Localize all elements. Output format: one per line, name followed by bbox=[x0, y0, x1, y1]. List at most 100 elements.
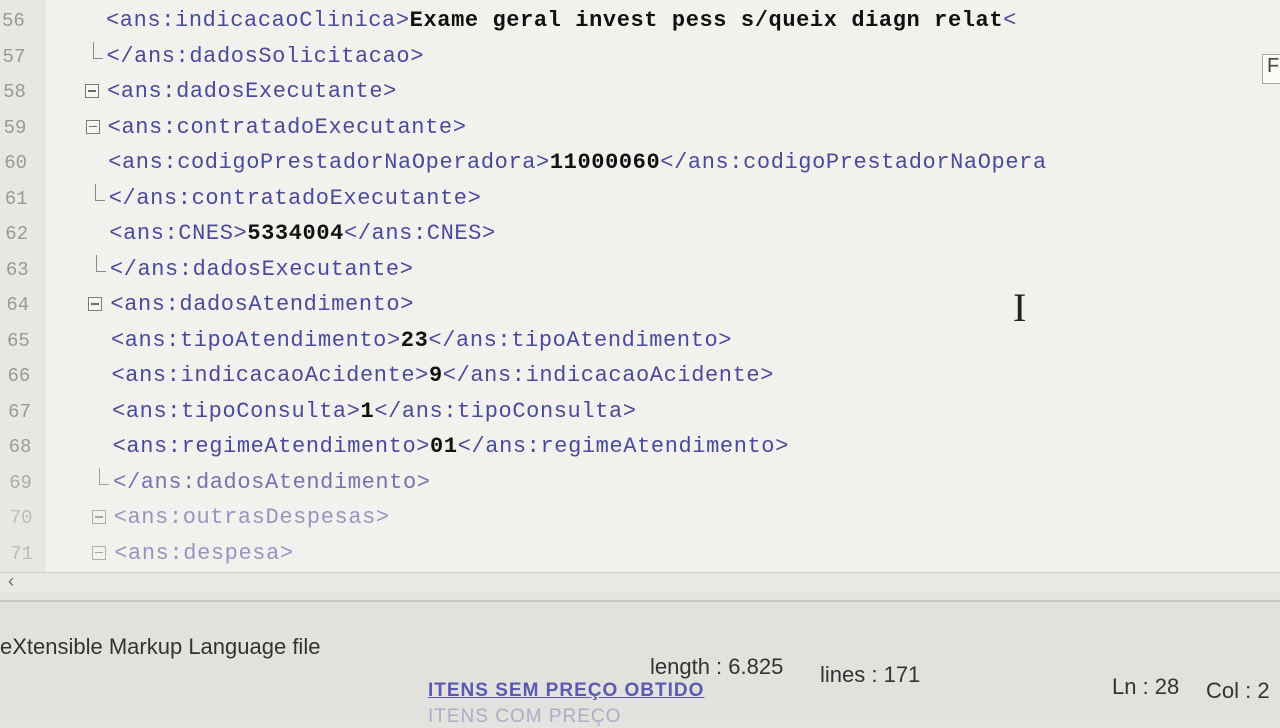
code-line[interactable]: 63 </ans:dadosExecutante> bbox=[4, 255, 1280, 285]
xml-open-tag: <ans:dadosAtendimento> bbox=[110, 292, 414, 317]
xml-value: 1 bbox=[361, 399, 375, 424]
xml-open-tag: <ans:tipoAtendimento> bbox=[111, 328, 401, 353]
xml-open-tag: <ans:contratadoExecutante> bbox=[108, 115, 467, 140]
xml-open-tag: <ans:dadosExecutante> bbox=[107, 79, 397, 104]
code-text: <ans:indicacaoAcidente>9</ans:indicacaoA… bbox=[112, 363, 775, 388]
line-number: 57 bbox=[3, 46, 41, 68]
code-text: <ans:tipoConsulta>1</ans:tipoConsulta> bbox=[112, 399, 637, 424]
line-number: 63 bbox=[6, 259, 44, 281]
line-number: 61 bbox=[5, 188, 43, 210]
code-line[interactable]: 59 <ans:contratadoExecutante> bbox=[2, 113, 1280, 143]
code-line[interactable]: 65 <ans:tipoAtendimento>23</ans:tipoAtend… bbox=[5, 326, 1280, 356]
fold-toggle-icon[interactable] bbox=[92, 510, 106, 524]
code-text: <ans:contratadoExecutante> bbox=[108, 115, 467, 140]
fold-end-marker-icon bbox=[95, 184, 105, 201]
code-line[interactable]: 62 <ans:CNES>5334004</ans:CNES> bbox=[3, 219, 1280, 249]
code-text: <ans:indicacaoClinica>Exame geral invest… bbox=[106, 8, 1017, 33]
line-position: Ln : 28 bbox=[1112, 674, 1179, 700]
xml-value: 23 bbox=[401, 328, 429, 353]
code-line[interactable]: 69 </ans:dadosAtendimento> bbox=[7, 468, 1280, 498]
items-with-price-link[interactable]: ITENS COM PREÇO bbox=[428, 706, 621, 728]
line-number: 58 bbox=[3, 81, 41, 103]
code-text: <ans:regimeAtendimento>01</ans:regimeAte… bbox=[113, 434, 789, 459]
fold-end-marker-icon bbox=[99, 468, 109, 485]
code-text: </ans:dadosAtendimento> bbox=[113, 470, 430, 495]
code-line[interactable]: 67 <ans:tipoConsulta>1</ans:tipoConsulta> bbox=[6, 397, 1280, 427]
xml-open-tag: </ans:contratadoExecutante> bbox=[109, 186, 482, 211]
fold-toggle-icon[interactable] bbox=[85, 84, 99, 98]
length-indicator: length : 6.825 bbox=[650, 654, 783, 680]
xml-open-tag: <ans:tipoConsulta> bbox=[112, 399, 360, 424]
xml-value: 11000060 bbox=[550, 150, 660, 175]
code-line[interactable]: 56 <ans:indicacaoClinica>Exame geral inve… bbox=[0, 6, 1280, 36]
xml-close-tag: </ans:tipoAtendimento> bbox=[428, 328, 732, 353]
line-number: 59 bbox=[4, 117, 42, 139]
line-number: 60 bbox=[4, 152, 42, 174]
code-line[interactable]: 66 <ans:indicacaoAcidente>9</ans:indicaca… bbox=[6, 361, 1280, 391]
line-number: 64 bbox=[6, 294, 44, 316]
code-line[interactable]: 71 <ans:despesa> bbox=[8, 539, 1280, 569]
xml-open-tag: <ans:indicacaoClinica> bbox=[106, 8, 410, 33]
code-line[interactable]: 57 </ans:dadosSolicitacao> bbox=[1, 42, 1280, 72]
column-position: Col : 2 bbox=[1206, 678, 1270, 704]
xml-close-tag: </ans:CNES> bbox=[344, 221, 496, 246]
xml-open-tag: <ans:regimeAtendimento> bbox=[113, 434, 430, 459]
code-text: <ans:codigoPrestadorNaOperadora>11000060… bbox=[108, 150, 1047, 175]
scroll-left-icon[interactable]: ‹ bbox=[8, 571, 14, 592]
file-type-label: eXtensible Markup Language file bbox=[0, 634, 320, 660]
items-without-price-link[interactable]: ITENS SEM PREÇO OBTIDO bbox=[428, 680, 704, 702]
code-line[interactable]: 70 <ans:outrasDespesas> bbox=[8, 503, 1280, 533]
code-line[interactable]: 68 <ans:regimeAtendimento>01</ans:regimeA… bbox=[7, 432, 1280, 462]
line-number: 67 bbox=[8, 401, 46, 423]
xml-open-tag: </ans:dadosAtendimento> bbox=[113, 470, 430, 495]
status-bar: eXtensible Markup Language file length :… bbox=[0, 600, 1280, 722]
fold-toggle-icon[interactable] bbox=[88, 297, 102, 311]
line-number: 69 bbox=[9, 472, 47, 494]
code-line[interactable]: 58 <ans:dadosExecutante> bbox=[1, 77, 1280, 107]
xml-open-tag: <ans:outrasDespesas> bbox=[114, 505, 390, 530]
code-text: <ans:despesa> bbox=[114, 541, 293, 566]
xml-open-tag: <ans:indicacaoAcidente> bbox=[112, 363, 429, 388]
xml-value: 5334004 bbox=[247, 221, 344, 246]
xml-value: 01 bbox=[430, 434, 458, 459]
xml-open-tag: <ans:CNES> bbox=[109, 221, 247, 246]
code-line[interactable]: 64 <ans:dadosAtendimento> bbox=[4, 290, 1280, 320]
code-text: </ans:dadosExecutante> bbox=[110, 257, 414, 282]
code-text: <ans:tipoAtendimento>23</ans:tipoAtendim… bbox=[111, 328, 732, 353]
code-text: <ans:dadosExecutante> bbox=[107, 79, 397, 104]
fold-toggle-icon[interactable] bbox=[86, 120, 100, 134]
xml-open-tag: <ans:codigoPrestadorNaOperadora> bbox=[108, 150, 550, 175]
xml-value: Exame geral invest pess s/queix diagn re… bbox=[410, 8, 1004, 33]
code-text: <ans:outrasDespesas> bbox=[114, 505, 390, 530]
fold-end-marker-icon bbox=[93, 42, 103, 59]
xml-value: 9 bbox=[429, 363, 443, 388]
code-line[interactable]: 61 </ans:contratadoExecutante> bbox=[3, 184, 1280, 214]
xml-open-tag: <ans:despesa> bbox=[114, 541, 293, 566]
xml-close-tag: < bbox=[1003, 8, 1017, 33]
line-number: 70 bbox=[10, 507, 48, 529]
xml-open-tag: </ans:dadosSolicitacao> bbox=[107, 44, 424, 69]
xml-close-tag: </ans:regimeAtendimento> bbox=[458, 434, 789, 459]
line-number: 62 bbox=[5, 223, 43, 245]
code-text: </ans:contratadoExecutante> bbox=[109, 186, 482, 211]
line-number: 68 bbox=[9, 436, 47, 458]
xml-close-tag: </ans:codigoPrestadorNaOpera bbox=[660, 150, 1046, 175]
xml-close-tag: </ans:tipoConsulta> bbox=[374, 399, 636, 424]
tooltip-fragment: F bbox=[1262, 54, 1280, 84]
code-text: <ans:dadosAtendimento> bbox=[110, 292, 414, 317]
line-number: 66 bbox=[8, 365, 46, 387]
code-text: <ans:CNES>5334004</ans:CNES> bbox=[109, 221, 495, 246]
fold-toggle-icon[interactable] bbox=[92, 546, 106, 560]
line-number: 65 bbox=[7, 330, 45, 352]
line-number: 71 bbox=[10, 543, 48, 565]
line-number: 56 bbox=[2, 10, 40, 32]
code-text: </ans:dadosSolicitacao> bbox=[107, 44, 424, 69]
fold-end-marker-icon bbox=[96, 255, 106, 272]
code-line[interactable]: 60 <ans:codigoPrestadorNaOperadora>110000… bbox=[2, 148, 1280, 178]
code-editor[interactable]: 56 <ans:indicacaoClinica>Exame geral inve… bbox=[0, 0, 1280, 572]
xml-open-tag: </ans:dadosExecutante> bbox=[110, 257, 414, 282]
lines-indicator: lines : 171 bbox=[820, 662, 920, 688]
horizontal-scrollbar[interactable]: ‹ bbox=[0, 572, 1280, 593]
xml-close-tag: </ans:indicacaoAcidente> bbox=[443, 363, 774, 388]
ibeam-cursor-icon: I bbox=[1013, 284, 1026, 331]
